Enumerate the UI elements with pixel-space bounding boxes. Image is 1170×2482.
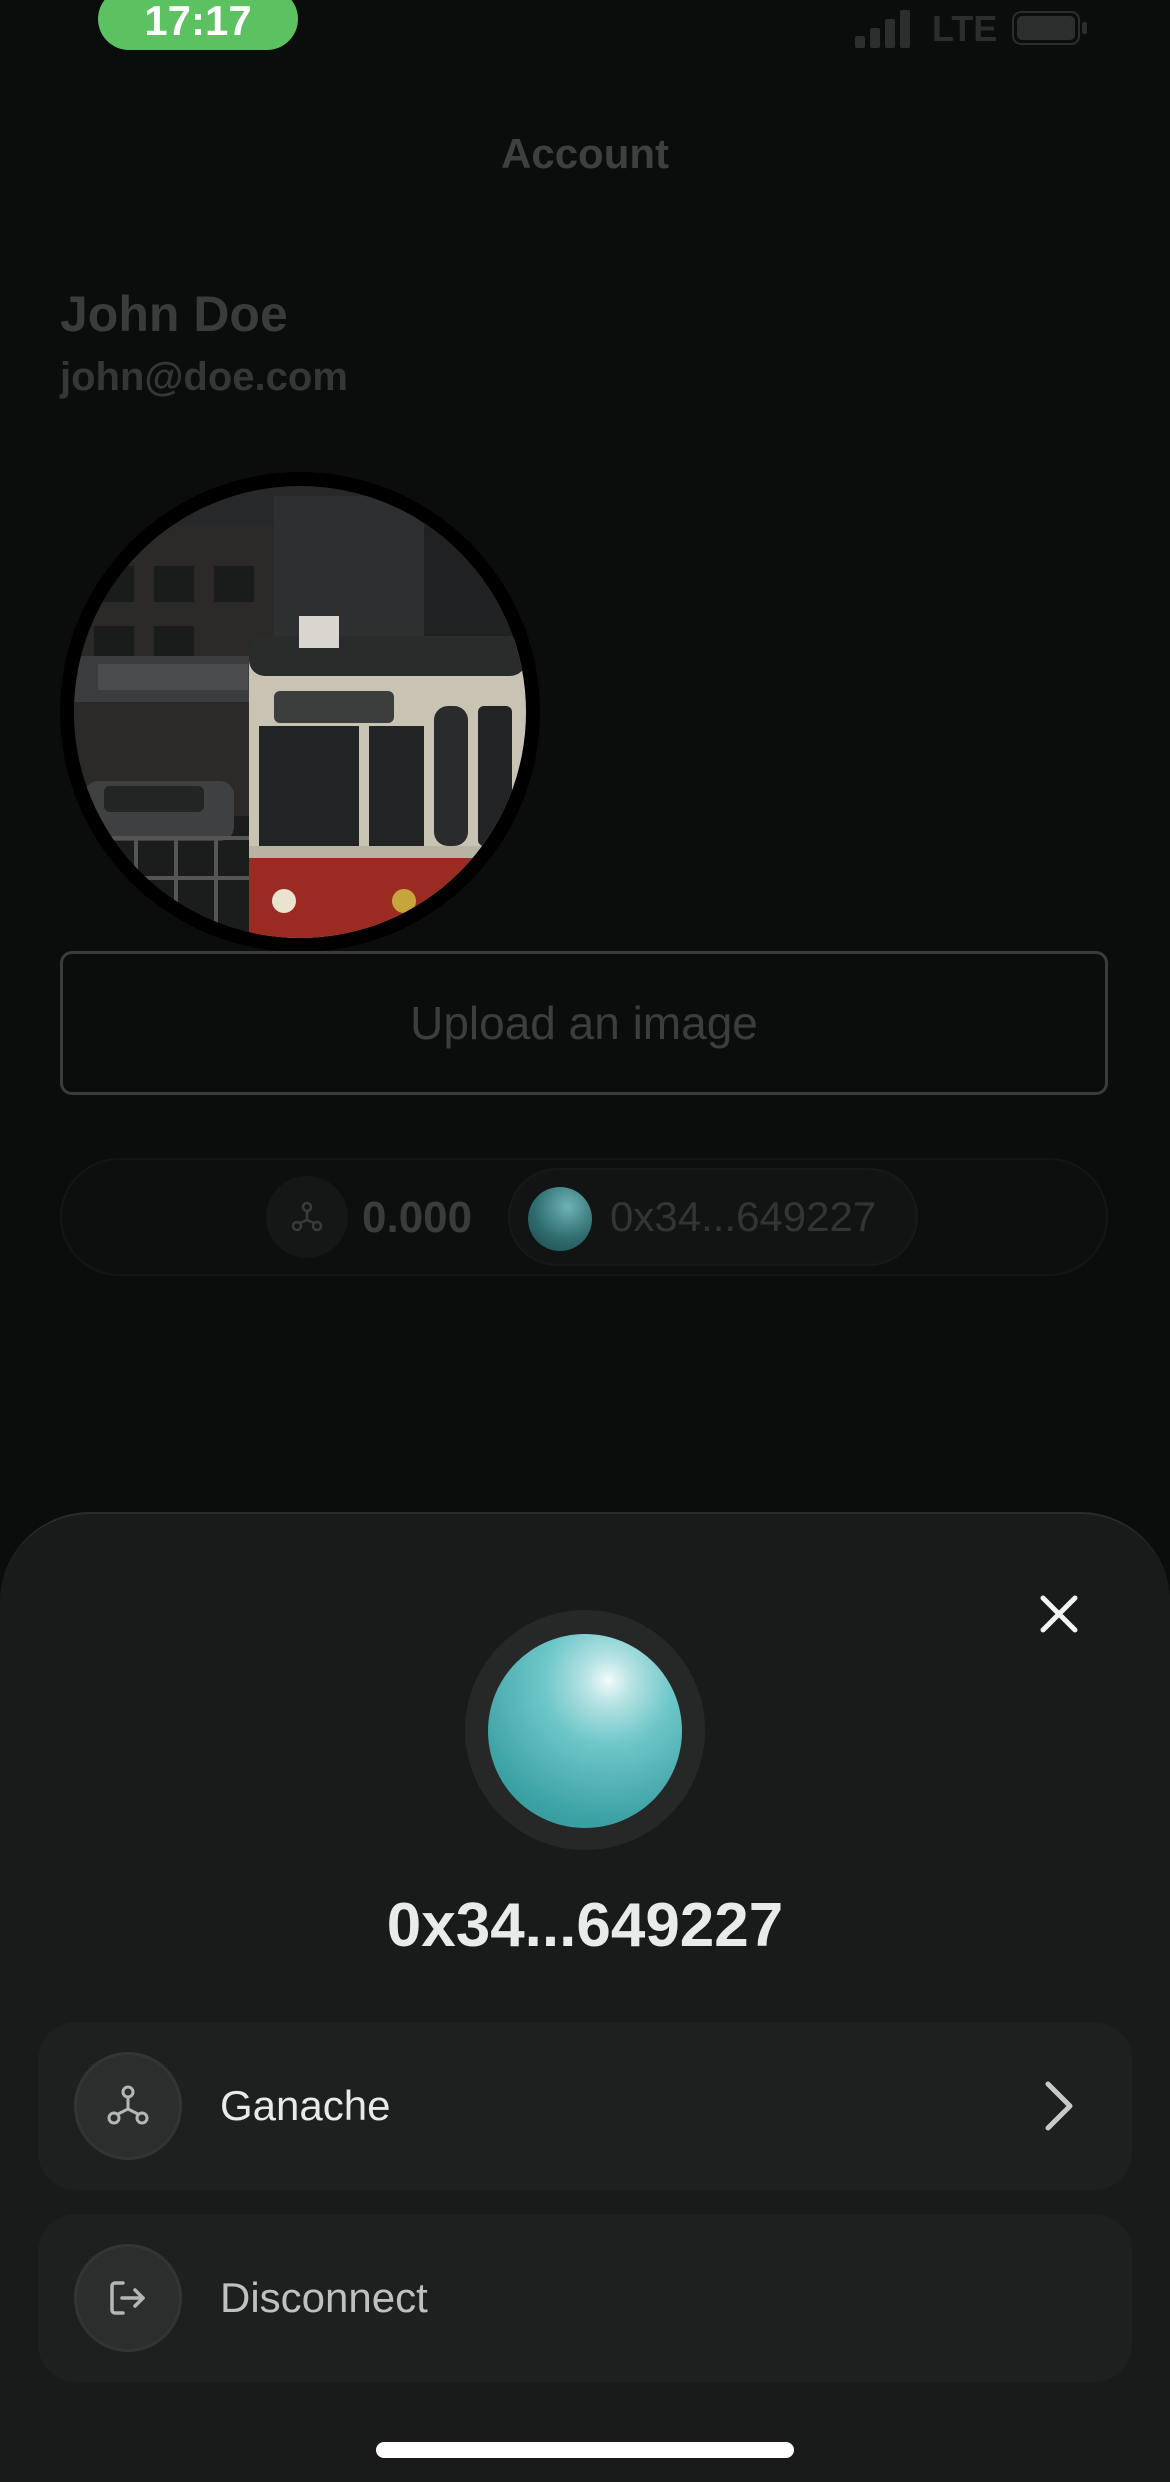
- disconnect-row[interactable]: Disconnect: [38, 2214, 1132, 2382]
- address-chip-label: 0x34...649227: [610, 1193, 877, 1240]
- status-time: 17:17: [98, 0, 298, 50]
- sheet-wallet-address: 0x34...649227: [386, 1891, 784, 1960]
- network-type-label: LTE: [932, 8, 998, 49]
- cellular-signal-icon: [855, 10, 910, 48]
- close-icon: [1040, 1595, 1078, 1633]
- close-sheet-button[interactable]: [1030, 1585, 1088, 1643]
- account-screen: 17:17 LTE Account John Doe john@doe.com: [0, 0, 1170, 2482]
- battery-icon: [1012, 11, 1087, 45]
- status-bar: 17:17 LTE: [0, 0, 1170, 60]
- network-row-ganache[interactable]: Ganache: [38, 2022, 1132, 2190]
- network-chip-button[interactable]: [266, 1176, 348, 1258]
- network-row-label: Ganache: [220, 2082, 391, 2129]
- profile-name: John Doe: [60, 286, 288, 342]
- upload-image-button[interactable]: Upload an image: [60, 951, 1108, 1095]
- profile-email: john@doe.com: [60, 355, 348, 399]
- page-title: Account: [501, 130, 669, 177]
- chevron-right-icon: [1045, 2081, 1073, 2131]
- tram-photo-image: [74, 486, 526, 938]
- ganache-network-icon: [291, 1201, 323, 1232]
- network-row-icon: [74, 2052, 182, 2160]
- disconnect-row-icon: [74, 2244, 182, 2352]
- logout-icon: [110, 2281, 145, 2315]
- address-avatar: [528, 1187, 592, 1251]
- sheet-address-avatar: [488, 1634, 682, 1828]
- home-indicator[interactable]: [376, 2442, 794, 2458]
- ganache-network-icon: [107, 2085, 149, 2125]
- wallet-balance: 0.000: [362, 1193, 473, 1242]
- profile-avatar[interactable]: [60, 472, 540, 952]
- disconnect-row-label: Disconnect: [220, 2274, 428, 2321]
